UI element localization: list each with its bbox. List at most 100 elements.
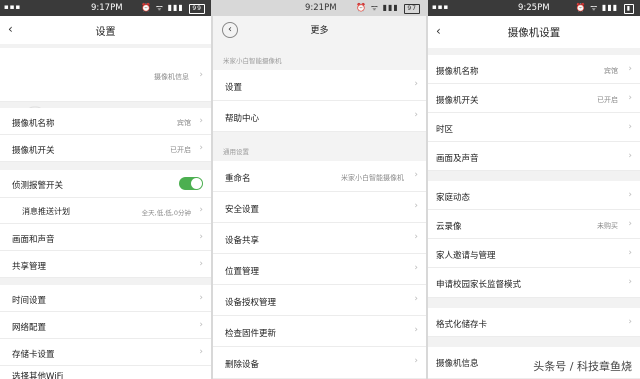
chevron-right-icon: › — [199, 70, 203, 80]
device-authorization-row[interactable]: 设备授权管理 › — [213, 285, 426, 316]
family-invite-row[interactable]: 家人邀请与管理 › — [428, 239, 640, 268]
status-icons: ⏰ ᯤ ▮▮▮ 97 — [356, 2, 420, 14]
battery-icon: 99 — [189, 4, 205, 14]
row-label: 设备共享 — [225, 236, 260, 246]
row-value: 全天,低,低,0分钟 — [141, 209, 191, 217]
rename-row[interactable]: 重命名 米家小白智能摄像机 › — [213, 161, 426, 192]
delete-device-row[interactable]: 删除设备 › — [213, 347, 426, 379]
chevron-right-icon: › — [199, 293, 203, 303]
nav-header: ‹ 设置 — [0, 16, 211, 44]
motion-alarm-toggle[interactable] — [179, 177, 203, 190]
nav-header: ‹ 摄像机设置 — [428, 16, 640, 48]
row-value: 已开启 — [597, 96, 618, 104]
status-bar: ▪▪▪ 9:17PM ⏰ ᯤ ▮▮▮ 99 — [0, 0, 211, 16]
row-label: 帮助中心 — [225, 114, 260, 124]
chevron-right-icon: › — [199, 347, 203, 357]
watermark: 头条号 / 科技章鱼烧 — [533, 360, 632, 373]
row-label: 位置管理 — [225, 267, 260, 277]
chevron-right-icon: › — [628, 122, 632, 132]
row-label: 侦测报警开关 — [12, 181, 64, 191]
row-label: 摄像机信息 — [436, 359, 479, 369]
motion-alarm-row: 侦测报警开关 — [0, 170, 211, 198]
chevron-right-icon: › — [628, 190, 632, 200]
chevron-right-icon: › — [628, 93, 632, 103]
family-activity-row[interactable]: 家庭动态 › — [428, 181, 640, 210]
row-value: 米家小白智能摄像机 — [341, 174, 404, 182]
settings-row[interactable]: 设置 › — [213, 70, 426, 101]
chevron-right-icon: › — [414, 79, 418, 89]
network-config-row[interactable]: 网络配置 › — [0, 312, 211, 339]
chevron-right-icon: › — [414, 201, 418, 211]
chevron-right-icon: › — [628, 317, 632, 327]
section-label: 米家小白智能摄像机 — [223, 57, 282, 65]
row-value: 已开启 — [170, 146, 191, 154]
page-title: 摄像机设置 — [507, 27, 561, 39]
storage-settings-row[interactable]: 存储卡设置 › — [0, 339, 211, 366]
row-label: 时区 — [436, 125, 454, 135]
timezone-row[interactable]: 时区 › — [428, 113, 640, 142]
chevron-right-icon: › — [628, 277, 632, 287]
picture-sound-row[interactable]: 画面和声音 › — [0, 224, 211, 251]
device-share-row[interactable]: 设备共享 › — [213, 223, 426, 254]
battery-icon: 97 — [404, 4, 420, 14]
chevron-right-icon: › — [414, 110, 418, 120]
row-label: 消息推送计划 — [22, 207, 70, 216]
time-settings-row[interactable]: 时间设置 › — [0, 285, 211, 312]
row-label: 申请校园家长监督模式 — [436, 280, 522, 290]
row-label: 重命名 — [225, 174, 251, 184]
picture-sound-row[interactable]: 画面及声音 › — [428, 142, 640, 171]
chevron-right-icon: › — [414, 325, 418, 335]
row-label: 共享管理 — [12, 262, 47, 272]
cloud-recording-row[interactable]: 云录像 未购买 › — [428, 210, 640, 239]
status-icons: ⏰ ᯤ ▮▮▮ ▮ — [576, 2, 634, 14]
chevron-right-icon: › — [199, 143, 203, 153]
section-label: 通用设置 — [223, 148, 249, 156]
row-label: 摄像机名称 — [436, 67, 479, 77]
page-title: 更多 — [310, 26, 329, 36]
chevron-right-icon: › — [414, 294, 418, 304]
page-title: 设置 — [95, 27, 116, 38]
row-label: 删除设备 — [225, 360, 260, 370]
camera-switch-row[interactable]: 摄像机开关 已开启 › — [428, 84, 640, 113]
help-center-row[interactable]: 帮助中心 › — [213, 101, 426, 132]
row-label: 选择其他WiFi — [12, 372, 64, 379]
status-time: 9:25PM — [518, 3, 550, 13]
row-label: 安全设置 — [225, 205, 260, 215]
push-schedule-row[interactable]: 消息推送计划 全天,低,低,0分钟 › — [0, 198, 211, 224]
signal-icon: ▪▪▪ — [4, 3, 22, 11]
chevron-right-icon: › — [628, 248, 632, 258]
chevron-right-icon: › — [199, 232, 203, 242]
row-label: 格式化储存卡 — [436, 320, 488, 330]
screenshot-collage: ▪▪▪ 9:17PM ⏰ ᯤ ▮▮▮ 99 ‹ 设置 摄像机信息 › 摄像机名称… — [0, 0, 640, 379]
row-label: 摄像机开关 — [12, 146, 55, 156]
location-management-row[interactable]: 位置管理 › — [213, 254, 426, 285]
device-info-row[interactable]: 摄像机信息 › — [0, 48, 211, 145]
choose-wifi-row[interactable]: 选择其他WiFi — [0, 366, 211, 379]
row-label: 网络配置 — [12, 323, 47, 333]
chevron-right-icon: › — [414, 356, 418, 366]
row-label: 检查固件更新 — [225, 329, 277, 339]
battery-icon: ▮ — [623, 4, 634, 14]
row-value: 宾馆 — [177, 119, 191, 127]
camera-switch-row[interactable]: 摄像机开关 已开启 › — [0, 135, 211, 162]
signal-icon: ▪▪▪ — [432, 3, 450, 11]
camera-name-row[interactable]: 摄像机名称 宾馆 › — [428, 55, 640, 84]
share-management-row[interactable]: 共享管理 › — [0, 251, 211, 278]
firmware-update-row[interactable]: 检查固件更新 › — [213, 316, 426, 347]
row-value: 未购买 — [597, 222, 618, 230]
row-label: 家人邀请与管理 — [436, 251, 496, 261]
chevron-right-icon: › — [414, 232, 418, 242]
campus-parent-mode-row[interactable]: 申请校园家长监督模式 › — [428, 268, 640, 298]
chevron-right-icon: › — [414, 170, 418, 180]
row-label: 设备授权管理 — [225, 298, 277, 308]
row-value: 宾馆 — [604, 67, 618, 75]
camera-name-row[interactable]: 摄像机名称 宾馆 › — [0, 108, 211, 135]
format-storage-row[interactable]: 格式化储存卡 › — [428, 308, 640, 337]
device-info-label: 摄像机信息 — [154, 73, 189, 81]
status-bar: 9:21PM ⏰ ᯤ ▮▮▮ 97 — [213, 0, 426, 16]
chevron-right-icon: › — [628, 219, 632, 229]
row-label: 摄像机开关 — [436, 96, 479, 106]
status-bar: ▪▪▪ 9:25PM ⏰ ᯤ ▮▮▮ ▮ — [428, 0, 640, 16]
chevron-right-icon: › — [199, 259, 203, 269]
security-settings-row[interactable]: 安全设置 › — [213, 192, 426, 223]
